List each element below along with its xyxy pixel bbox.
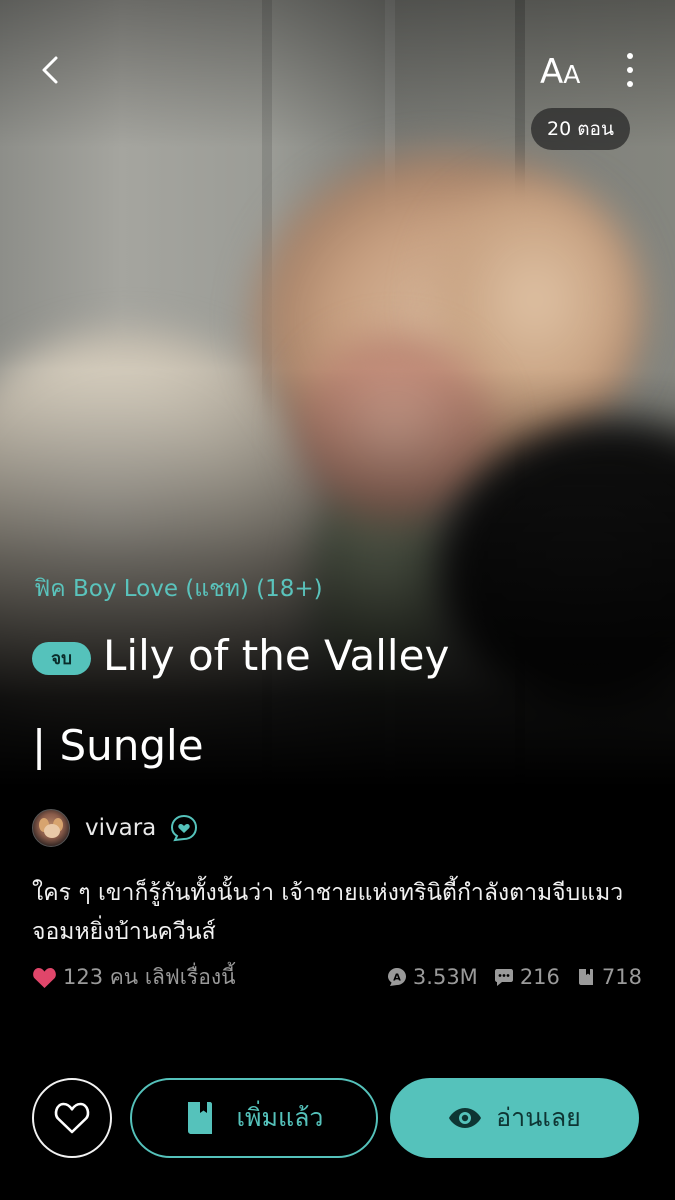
likes-text: 123 คน เลิฟเรื่องนี้	[63, 964, 236, 989]
read-now-label: อ่านเลย	[496, 1103, 581, 1132]
pages-stat: 718	[576, 965, 642, 989]
font-size-button[interactable]: A A	[540, 48, 594, 92]
comment-icon	[494, 969, 513, 986]
bookmark-book-icon	[187, 1102, 212, 1134]
top-bar: A A 20 ตอน	[0, 0, 675, 160]
author-name[interactable]: vivara	[85, 815, 156, 841]
more-dot	[627, 81, 633, 87]
pages-count: 718	[601, 965, 642, 989]
stats-right: A 3.53M 216 718	[371, 962, 642, 992]
episode-count-badge[interactable]: 20 ตอน	[531, 108, 630, 150]
views-stat: A 3.53M	[387, 965, 478, 989]
favorite-button[interactable]	[32, 1078, 112, 1158]
heart-outline-icon	[54, 1102, 90, 1134]
comments-count: 216	[519, 965, 560, 989]
heart-icon	[33, 967, 56, 988]
heart-chat-badge-icon	[171, 814, 198, 842]
stats-row: 123 คน เลิฟเรื่องนี้ A 3.53M 216 718	[32, 962, 642, 992]
read-now-button[interactable]: อ่านเลย	[390, 1078, 639, 1158]
font-size-icon-small: A	[563, 60, 581, 89]
add-to-library-button[interactable]: เพิ่มแล้ว	[130, 1078, 378, 1158]
story-category[interactable]: ฟิค Boy Love (แชท) (18+)	[34, 571, 323, 607]
back-button[interactable]	[30, 48, 74, 92]
book-icon	[578, 969, 593, 985]
story-title-continued: | Sungle	[32, 721, 204, 770]
svg-text:A: A	[393, 973, 401, 984]
more-dot	[627, 67, 633, 73]
comments-stat: 216	[494, 965, 560, 989]
add-to-library-label: เพิ่มแล้ว	[236, 1103, 324, 1132]
chevron-left-icon	[42, 56, 58, 84]
story-title: Lily of the Valley	[103, 631, 450, 680]
font-size-icon-big: A	[540, 52, 564, 92]
more-options-button[interactable]	[612, 50, 648, 90]
eye-icon	[449, 1108, 482, 1128]
story-synopsis: ใคร ๆ เขาก็รู้กันทั้งนั้นว่า เจ้าชายแห่ง…	[32, 880, 624, 945]
avatar-face	[44, 824, 60, 838]
likes-stat: 123 คน เลิฟเรื่องนี้	[32, 962, 235, 992]
views-count: 3.53M	[412, 965, 478, 989]
author-avatar[interactable]	[32, 809, 70, 847]
status-badge: จบ	[32, 642, 91, 675]
views-icon: A	[387, 968, 406, 986]
author-row[interactable]: vivara	[32, 808, 200, 848]
more-dot	[627, 53, 633, 59]
